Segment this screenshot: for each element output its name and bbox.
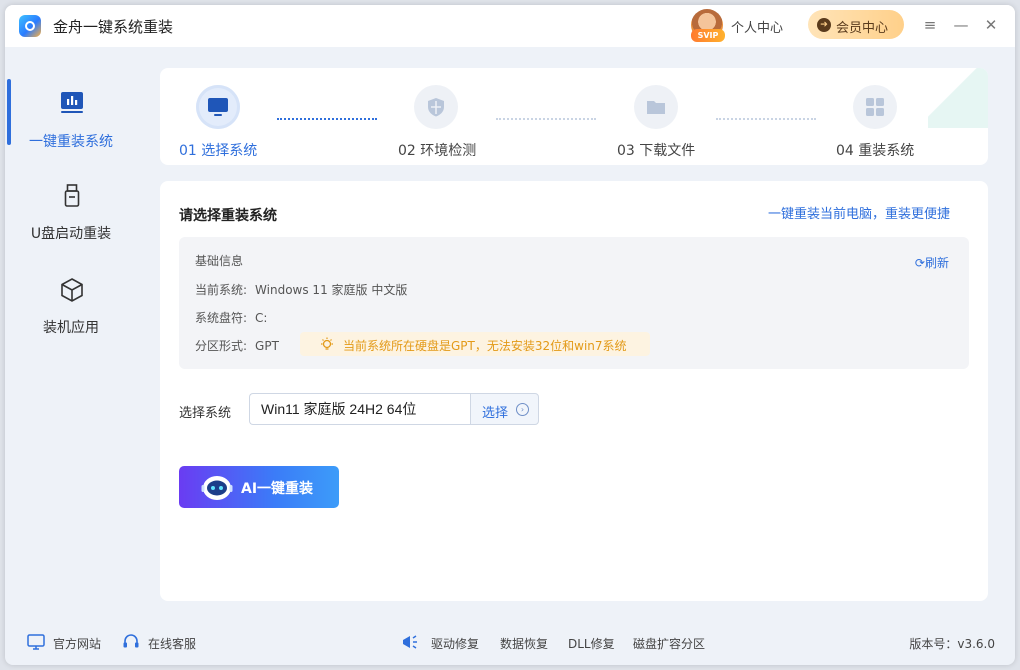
footer: 官方网站 在线客服 驱动修复 数据恢复 DLL修复 磁盘扩容分区 版本号：v3.… bbox=[5, 625, 1015, 661]
step-1-circle bbox=[196, 85, 240, 129]
step-2-circle bbox=[414, 85, 458, 129]
select-button[interactable]: 选择 › bbox=[470, 393, 539, 425]
refresh-icon: ⟳ bbox=[914, 256, 925, 270]
select-button-label: 选择 bbox=[482, 406, 509, 421]
ai-reinstall-label: AI一键重装 bbox=[241, 481, 314, 497]
disk-expand-link[interactable]: 磁盘扩容分区 bbox=[633, 635, 705, 652]
refresh-button[interactable]: ⟳刷新 bbox=[915, 254, 949, 271]
system-select-field[interactable]: Win11 家庭版 24H2 64位 bbox=[249, 393, 470, 425]
partition-row: 分区形式: GPT bbox=[195, 337, 279, 354]
system-drive-value: C: bbox=[255, 311, 268, 325]
system-drive-row: 系统盘符: C: bbox=[195, 309, 267, 326]
app-window: 金舟一键系统重装 SVIP 个人中心 ➔ 会员中心 ≡ — ✕ 一键重装系统 U… bbox=[5, 5, 1015, 665]
cube-icon bbox=[61, 278, 83, 302]
official-website-link[interactable]: 官方网站 bbox=[53, 635, 101, 652]
megaphone-icon bbox=[403, 635, 417, 649]
ai-reinstall-button[interactable]: AI一键重装 bbox=[179, 466, 339, 508]
close-icon[interactable]: ✕ bbox=[980, 14, 1002, 36]
monitor-icon bbox=[208, 98, 228, 116]
step-connector bbox=[277, 118, 377, 120]
version-label: 版本号：v3.6.0 bbox=[909, 637, 995, 651]
sidebar-item-usb-reinstall[interactable]: U盘启动重装 bbox=[5, 143, 137, 242]
bar-chart-icon bbox=[61, 92, 83, 113]
app-logo-icon bbox=[19, 15, 41, 37]
section-title: 请选择重装系统 bbox=[179, 208, 277, 224]
dll-repair-link[interactable]: DLL修复 bbox=[568, 635, 615, 652]
select-system-label: 选择系统 bbox=[179, 406, 232, 421]
menu-icon[interactable]: ≡ bbox=[919, 14, 941, 36]
current-system-row: 当前系统: Windows 11 家庭版 中文版 bbox=[195, 281, 407, 298]
sidebar-item-one-click-reinstall[interactable]: 一键重装系统 bbox=[5, 47, 137, 150]
step-3-label: 03 下载文件 bbox=[617, 143, 696, 159]
shield-icon bbox=[428, 98, 444, 117]
minimize-icon[interactable]: — bbox=[950, 14, 972, 36]
step-1-label: 01 选择系统 bbox=[179, 143, 258, 159]
data-recovery-link[interactable]: 数据恢复 bbox=[500, 635, 548, 652]
step-2-label: 02 环境检测 bbox=[398, 143, 477, 159]
monitor-icon bbox=[27, 634, 45, 650]
usb-drive-icon bbox=[64, 184, 80, 207]
system-drive-label: 系统盘符: bbox=[195, 311, 248, 325]
vip-center-label: 会员中心 bbox=[836, 21, 889, 36]
lightbulb-icon bbox=[321, 337, 333, 350]
basic-info-box: 基础信息 ⟳刷新 当前系统: Windows 11 家庭版 中文版 系统盘符: C:… bbox=[179, 237, 969, 369]
decoration bbox=[928, 68, 988, 128]
robot-icon bbox=[201, 476, 233, 500]
gpt-warning-text: 当前系统所在硬盘是GPT，无法安装32位和win7系统 bbox=[343, 339, 627, 353]
step-4-label: 04 重装系统 bbox=[836, 143, 915, 159]
steps-progress: 01 选择系统 02 环境检测 03 下载文件 04 重装系统 bbox=[160, 68, 988, 165]
partition-label: 分区形式: bbox=[195, 339, 248, 353]
title-bar: 金舟一键系统重装 SVIP 个人中心 ➔ 会员中心 ≡ — ✕ bbox=[5, 5, 1015, 47]
step-connector bbox=[496, 118, 596, 120]
gpt-warning: 当前系统所在硬盘是GPT，无法安装32位和win7系统 bbox=[300, 332, 650, 356]
app-title: 金舟一键系统重装 bbox=[53, 18, 174, 36]
online-support-link[interactable]: 在线客服 bbox=[148, 635, 196, 652]
current-system-label: 当前系统: bbox=[195, 283, 248, 297]
step-connector bbox=[716, 118, 816, 120]
sidebar-item-apps[interactable]: 装机应用 bbox=[5, 237, 137, 336]
current-system-value: Windows 11 家庭版 中文版 bbox=[255, 283, 408, 297]
sidebar-item-label: 装机应用 bbox=[43, 320, 99, 336]
driver-repair-link[interactable]: 驱动修复 bbox=[431, 635, 479, 652]
partition-value: GPT bbox=[255, 339, 279, 353]
folder-icon bbox=[647, 101, 665, 114]
quick-reinstall-link[interactable]: 一键重装当前电脑，重装更便捷 bbox=[768, 203, 950, 222]
arrow-right-icon: ➔ bbox=[817, 18, 831, 32]
main-panel: 请选择重装系统 一键重装当前电脑，重装更便捷 基础信息 ⟳刷新 当前系统: Win… bbox=[160, 181, 988, 601]
info-title: 基础信息 bbox=[195, 254, 244, 268]
sidebar: 一键重装系统 U盘启动重装 装机应用 bbox=[5, 47, 137, 621]
refresh-label: 刷新 bbox=[924, 256, 949, 270]
windows-icon bbox=[866, 98, 884, 116]
step-3-circle bbox=[634, 85, 678, 129]
vip-center-button[interactable]: ➔ 会员中心 bbox=[808, 10, 904, 39]
step-4-circle bbox=[853, 85, 897, 129]
headset-icon bbox=[123, 634, 139, 648]
personal-center-link[interactable]: 个人中心 bbox=[731, 17, 783, 36]
svip-badge: SVIP bbox=[691, 29, 725, 42]
chevron-right-icon: › bbox=[516, 403, 529, 416]
